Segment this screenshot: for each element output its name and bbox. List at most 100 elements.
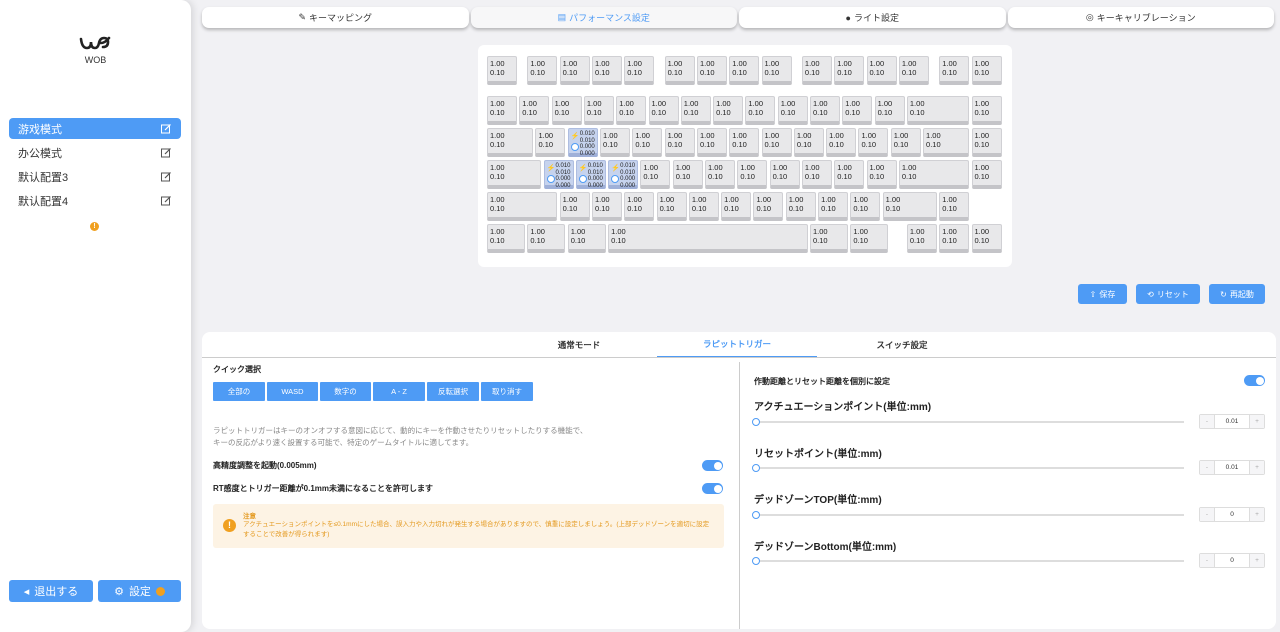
keyboard-key-selected[interactable]: ⚡ 0.010 0.010 0.000 0.000 <box>543 160 574 189</box>
edit-icon[interactable] <box>160 195 172 207</box>
deadzone-bottom-slider[interactable] <box>752 557 1184 565</box>
keyboard-key[interactable]: 1.00 0.10 <box>583 96 614 125</box>
settings-button[interactable]: ⚙ 設定 <box>98 580 181 602</box>
keyboard-key[interactable]: 1.00 0.10 <box>761 56 792 85</box>
restart-button[interactable]: ↻ 再起動 <box>1209 284 1265 304</box>
actuation-stepper[interactable]: - 0.01 + <box>1199 414 1265 429</box>
keyboard-key[interactable]: 1.00 0.10 <box>487 56 517 85</box>
high-precision-toggle[interactable] <box>702 460 723 471</box>
tab-normal-mode[interactable]: 通常モード <box>539 332 619 358</box>
deadzone-bottom-stepper[interactable]: - 0 + <box>1199 553 1265 568</box>
select-az-button[interactable]: A - Z <box>373 382 425 401</box>
keyboard-key[interactable]: 1.00 0.10 <box>672 160 703 189</box>
keyboard-key[interactable]: 1.00 0.10 <box>559 56 590 85</box>
profile-item-3[interactable]: 默认配置3 <box>9 166 181 187</box>
keyboard-key[interactable]: 1.00 0.10 <box>696 128 727 157</box>
keyboard-key[interactable]: 1.00 0.10 <box>680 96 711 125</box>
profile-item-2[interactable]: 办公模式 <box>9 142 181 163</box>
keyboard-key[interactable]: 1.00 0.10 <box>866 160 897 189</box>
separate-distance-toggle[interactable] <box>1244 375 1265 386</box>
minus-button[interactable]: - <box>1200 508 1214 521</box>
minus-button[interactable]: - <box>1200 554 1214 567</box>
keyboard-key[interactable]: 1.00 0.10 <box>923 128 970 157</box>
keyboard-key[interactable]: 1.00 0.10 <box>818 192 849 221</box>
keyboard-key[interactable]: 1.00 0.10 <box>656 192 687 221</box>
keyboard-key[interactable]: 1.00 0.10 <box>688 192 719 221</box>
edit-icon[interactable] <box>160 123 172 135</box>
select-wasd-button[interactable]: WASD <box>267 382 318 401</box>
tab-calibration[interactable]: ◎ キーキャリブレーション <box>1007 7 1274 28</box>
keyboard-key[interactable]: 1.00 0.10 <box>616 96 647 125</box>
keyboard-key[interactable]: 1.00 0.10 <box>624 192 655 221</box>
keyboard-key[interactable]: 1.00 0.10 <box>898 160 970 189</box>
keyboard-key[interactable]: 1.00 0.10 <box>696 56 727 85</box>
keyboard-key[interactable]: 1.00 0.10 <box>801 160 832 189</box>
edit-icon[interactable] <box>160 171 172 183</box>
keyboard-key[interactable]: 1.00 0.10 <box>858 128 889 157</box>
actuation-slider[interactable] <box>752 418 1184 426</box>
tab-lighting[interactable]: ● ライト設定 <box>739 7 1006 28</box>
keyboard-key[interactable]: 1.00 0.10 <box>826 128 857 157</box>
keyboard-key[interactable]: 1.00 0.10 <box>842 96 873 125</box>
slider-knob[interactable] <box>752 511 760 519</box>
slider-knob[interactable] <box>752 418 760 426</box>
keyboard-key[interactable]: 1.00 0.10 <box>713 96 744 125</box>
keyboard-key[interactable]: 1.00 0.10 <box>745 96 776 125</box>
keyboard-key[interactable]: 1.00 0.10 <box>487 192 558 221</box>
tab-rapid-trigger[interactable]: ラピットトリガー <box>657 332 817 358</box>
keyboard-key[interactable]: 1.00 0.10 <box>487 96 517 125</box>
keyboard-key[interactable]: 1.00 0.10 <box>850 224 889 253</box>
keyboard-key[interactable]: 1.00 0.10 <box>971 128 1002 157</box>
keyboard-key[interactable]: 1.00 0.10 <box>600 128 631 157</box>
deadzone-bottom-value[interactable]: 0 <box>1214 554 1250 567</box>
keyboard-key[interactable]: 1.00 0.10 <box>874 96 905 125</box>
reset-button[interactable]: ⟲ リセット <box>1136 284 1200 304</box>
keyboard-key[interactable]: 1.00 0.10 <box>777 96 808 125</box>
profile-item-4[interactable]: 默认配置4 <box>9 190 181 211</box>
slider-knob[interactable] <box>752 557 760 565</box>
reset-point-value[interactable]: 0.01 <box>1214 461 1250 474</box>
minus-button[interactable]: - <box>1200 461 1214 474</box>
plus-button[interactable]: + <box>1250 461 1264 474</box>
keyboard-key[interactable]: 1.00 0.10 <box>624 56 655 85</box>
keyboard-key[interactable]: 1.00 0.10 <box>640 160 671 189</box>
keyboard-key[interactable]: 1.00 0.10 <box>882 192 937 221</box>
keyboard-key[interactable]: 1.00 0.10 <box>971 96 1002 125</box>
plus-button[interactable]: + <box>1250 554 1264 567</box>
keyboard-key[interactable]: 1.00 0.10 <box>939 56 970 85</box>
keyboard-key[interactable]: 1.00 0.10 <box>890 128 921 157</box>
select-numbers-button[interactable]: 数字の <box>320 382 371 401</box>
keyboard-key[interactable]: 1.00 0.10 <box>729 128 760 157</box>
keyboard-key[interactable]: 1.00 0.10 <box>906 96 970 125</box>
keyboard-key-selected[interactable]: ⚡ 0.010 0.010 0.000 0.000 <box>608 160 639 189</box>
reset-point-stepper[interactable]: - 0.01 + <box>1199 460 1265 475</box>
keyboard-key[interactable]: 1.00 0.10 <box>939 192 970 221</box>
keyboard-key[interactable]: 1.00 0.10 <box>608 224 808 253</box>
keyboard-key[interactable]: 1.00 0.10 <box>632 128 663 157</box>
keyboard-key[interactable]: 1.00 0.10 <box>664 128 695 157</box>
edit-icon[interactable] <box>160 147 172 159</box>
keyboard-key[interactable]: 1.00 0.10 <box>939 224 970 253</box>
tab-switch-settings[interactable]: スイッチ設定 <box>862 332 942 358</box>
actuation-value[interactable]: 0.01 <box>1214 415 1250 428</box>
keyboard-key[interactable]: 1.00 0.10 <box>761 128 792 157</box>
keyboard-key[interactable]: 1.00 0.10 <box>866 56 897 85</box>
keyboard-key[interactable]: 1.00 0.10 <box>850 192 881 221</box>
keyboard-key[interactable]: 1.00 0.10 <box>721 192 752 221</box>
deadzone-top-slider[interactable] <box>752 511 1184 519</box>
plus-button[interactable]: + <box>1250 508 1264 521</box>
keyboard-key[interactable]: 1.00 0.10 <box>527 56 558 85</box>
keyboard-key[interactable]: 1.00 0.10 <box>785 192 816 221</box>
select-all-button[interactable]: 全部の <box>213 382 265 401</box>
tab-key-mapping[interactable]: ✎ キーマッピング <box>202 7 469 28</box>
keyboard-key[interactable]: 1.00 0.10 <box>487 160 542 189</box>
keyboard-key[interactable]: 1.00 0.10 <box>898 56 929 85</box>
rt-threshold-toggle[interactable] <box>702 483 723 494</box>
deadzone-top-value[interactable]: 0 <box>1214 508 1250 521</box>
keyboard-key[interactable]: 1.00 0.10 <box>551 96 582 125</box>
deadzone-top-stepper[interactable]: - 0 + <box>1199 507 1265 522</box>
keyboard-key[interactable]: 1.00 0.10 <box>737 160 768 189</box>
slider-knob[interactable] <box>752 464 760 472</box>
invert-selection-button[interactable]: 反転選択 <box>427 382 479 401</box>
keyboard-key[interactable]: 1.00 0.10 <box>559 192 590 221</box>
